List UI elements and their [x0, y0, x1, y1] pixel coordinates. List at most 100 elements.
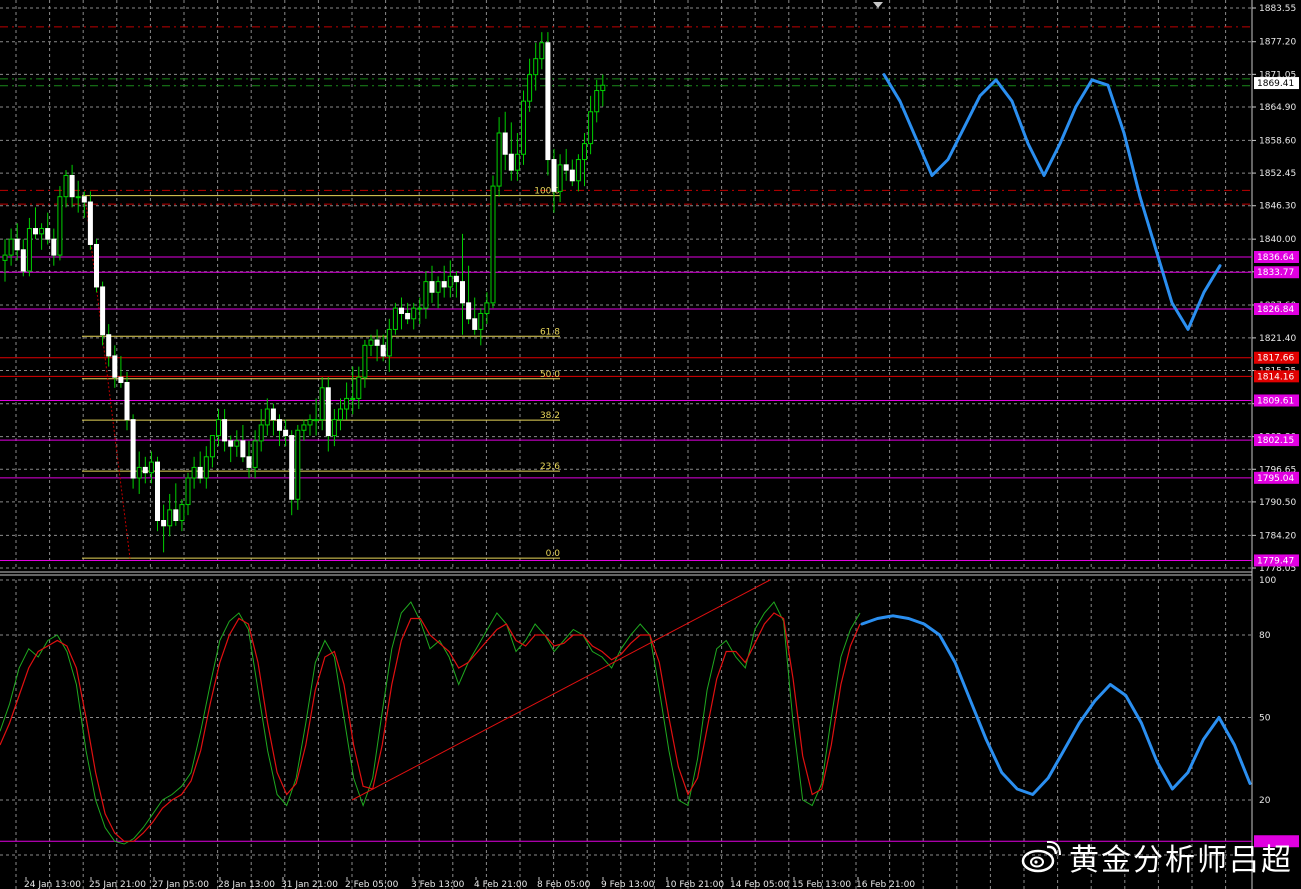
candle-body: [344, 397, 350, 410]
candle-body: [63, 174, 69, 198]
candle-body: [472, 318, 478, 330]
price-tag-label: 1779.47: [1257, 556, 1294, 566]
fib-level-label: 50.0: [540, 370, 560, 380]
candle-body: [246, 456, 252, 468]
price-tag-label: 1802.15: [1257, 436, 1294, 446]
candle-body: [81, 196, 87, 203]
x-tick-label: 8 Feb 05:00: [537, 880, 591, 889]
candle-body: [399, 307, 404, 314]
candle-body: [453, 275, 459, 283]
x-tick-label: 9 Feb 13:00: [601, 880, 655, 889]
candle-body: [350, 397, 356, 400]
x-tick-label: 28 Jan 13:00: [218, 880, 275, 889]
candle-body: [386, 328, 392, 357]
price-tag-label: 1817.66: [1257, 354, 1294, 364]
watermark-text: 黄金分析师吕超: [1069, 843, 1293, 878]
current-price-label: 1869.41: [1257, 79, 1294, 89]
candle-body: [45, 228, 51, 240]
candle-body: [392, 307, 398, 330]
candle-body: [8, 238, 14, 256]
y-tick-label: 1852.45: [1259, 169, 1296, 179]
candle-body: [94, 243, 99, 288]
x-tick-label: 16 Feb 21:00: [856, 880, 915, 889]
candle-body: [569, 169, 575, 182]
candle-body: [155, 461, 160, 521]
candle-body: [527, 74, 533, 102]
candle-body: [130, 419, 136, 479]
price-tag-label: 1809.61: [1257, 396, 1294, 406]
x-tick-label: 10 Feb 21:00: [665, 880, 724, 889]
candle-body: [39, 228, 45, 235]
candle-body: [478, 312, 484, 330]
candle-body: [588, 111, 594, 145]
candle-body: [258, 424, 264, 442]
candle-body: [460, 281, 465, 304]
x-tick-label: 31 Jan 21:00: [281, 880, 338, 889]
candle-body: [75, 196, 81, 199]
candle-body: [228, 440, 234, 447]
candle-body: [405, 312, 411, 320]
fib-level-label: 0.0: [546, 549, 561, 559]
candle-body: [216, 419, 221, 437]
y-tick-label: 1790.50: [1259, 498, 1296, 508]
candle-body: [514, 153, 520, 171]
candle-body: [417, 307, 423, 310]
price-tag-label: 1814.16: [1257, 372, 1294, 382]
candle-body: [283, 429, 289, 437]
candle-body: [57, 196, 63, 256]
candle-body: [313, 419, 319, 422]
candle-body: [594, 90, 600, 113]
candle-body: [575, 159, 581, 182]
oscillator-tick-label: 100: [1259, 576, 1276, 586]
candle-body: [173, 509, 179, 521]
candle-body: [466, 302, 472, 320]
candle-body: [51, 238, 57, 256]
candle-body: [161, 519, 167, 527]
x-tick-label: 14 Feb 05:00: [730, 880, 789, 889]
candle-body: [600, 84, 606, 92]
candle-body: [270, 408, 276, 421]
candle-body: [338, 408, 343, 421]
candle-body: [203, 456, 209, 479]
candle-body: [234, 440, 240, 447]
x-tick-label: 25 Jan 21:00: [89, 880, 146, 889]
candle-body: [14, 238, 20, 251]
candle-body: [557, 164, 563, 192]
candle-body: [252, 440, 258, 468]
candle-body: [167, 509, 173, 527]
candle-body: [33, 228, 38, 235]
oscillator-tick-label: 20: [1259, 796, 1271, 806]
price-tag-label: 1836.64: [1257, 253, 1294, 263]
candle-body: [362, 344, 368, 378]
y-tick-label: 1846.30: [1259, 202, 1296, 212]
x-tick-label: 15 Feb 13:00: [792, 880, 851, 889]
candle-body: [539, 42, 545, 60]
candle-body: [148, 461, 154, 474]
candle-body: [118, 376, 124, 383]
y-tick-label: 1864.90: [1259, 103, 1296, 113]
candle-body: [508, 153, 514, 171]
x-tick-label: 27 Jan 05:00: [152, 880, 209, 889]
x-tick-label: 3 Feb 13:00: [411, 880, 465, 889]
candle-body: [441, 281, 447, 288]
candle-body: [191, 466, 197, 479]
price-tag-label: 1795.04: [1257, 474, 1294, 484]
trading-chart: 100.061.850.038.223.60.0 1883.551877.201…: [0, 0, 1301, 889]
candle-body: [545, 42, 551, 161]
candle-body: [307, 419, 313, 426]
y-tick-label: 1858.60: [1259, 136, 1296, 146]
candle-body: [502, 132, 508, 155]
candle-body: [264, 408, 270, 426]
y-tick-label: 1883.55: [1259, 4, 1296, 14]
fib-level-label: 38.2: [540, 411, 560, 421]
candle-body: [209, 435, 215, 458]
candle-body: [496, 132, 502, 187]
candle-body: [484, 302, 490, 314]
candle-body: [356, 376, 362, 399]
candle-body: [374, 339, 380, 346]
candle-body: [222, 419, 228, 442]
x-tick-label: 2 Feb 05:00: [345, 880, 399, 889]
y-tick-label: 1840.00: [1259, 235, 1296, 245]
y-tick-label: 1821.40: [1259, 334, 1296, 344]
price-tag-label: 1826.84: [1257, 305, 1294, 315]
